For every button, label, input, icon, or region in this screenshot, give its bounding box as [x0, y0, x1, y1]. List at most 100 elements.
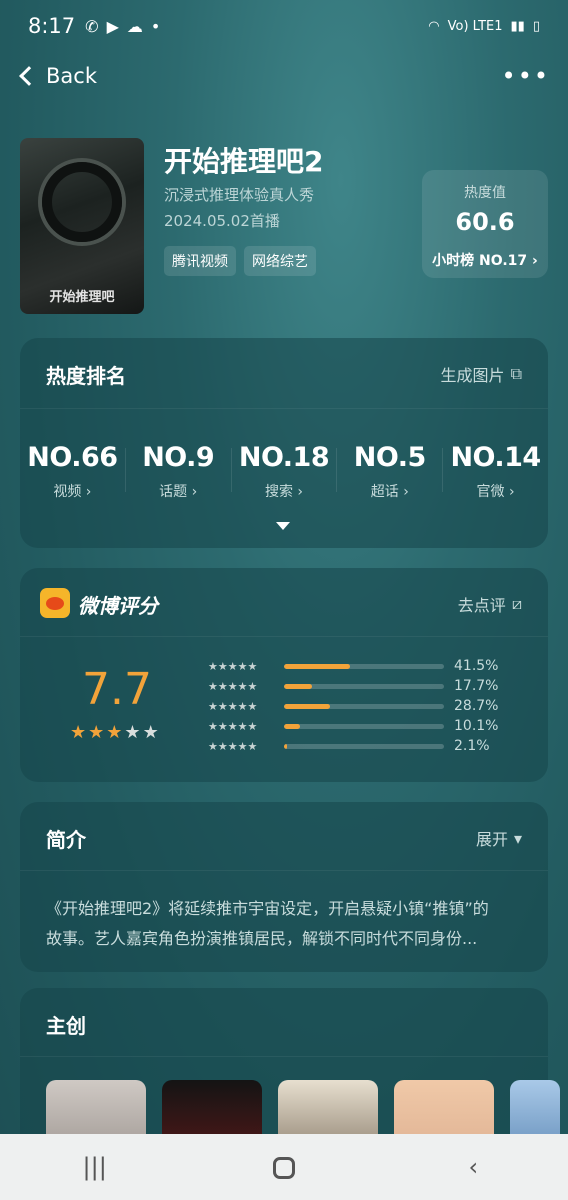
rank-label: 超话 › — [370, 484, 409, 500]
rank-value: NO.5 — [353, 442, 426, 473]
distribution-bar — [284, 683, 444, 689]
show-poster[interactable]: 开始推理吧 — [20, 138, 144, 314]
recents-button[interactable]: ||| — [65, 1153, 125, 1181]
system-nav-bar: ||| ‹ — [0, 1134, 568, 1200]
status-bar: 8:17 ✆ ▶ ☁ • ◠ Vo) LTE1 ▮▮ ▯ — [0, 0, 568, 52]
more-button[interactable]: ••• — [502, 62, 550, 90]
rank-label: 视频 › — [53, 484, 92, 500]
status-time: 8:17 — [28, 14, 76, 38]
rank-value: NO.9 — [142, 442, 215, 473]
weibo-logo-icon — [40, 588, 70, 618]
divider — [20, 1056, 548, 1057]
star-icon: ★ — [124, 722, 141, 743]
star-row-icon: ★★★★★ — [208, 679, 258, 693]
back-button[interactable]: Back — [16, 64, 97, 88]
divider — [20, 408, 548, 409]
poster-title: 开始推理吧 — [49, 290, 115, 305]
notification-icons: ✆ ▶ ☁ • — [85, 17, 160, 36]
star-row-icon: ★★★★★ — [208, 739, 258, 753]
ranking-row: NO.66 视频 › NO.9 话题 › NO.18 搜索 › NO.5 超话 … — [20, 442, 548, 501]
youtube-icon: ▶ — [106, 16, 119, 36]
heat-value: 60.6 — [455, 208, 515, 236]
rank-supertopic[interactable]: NO.5 超话 › — [337, 442, 442, 501]
chevron-down-icon: ▾ — [513, 828, 522, 848]
back-label: Back — [46, 64, 97, 88]
show-subtitle: 沉浸式推理体验真人秀 — [164, 186, 315, 204]
rank-topic[interactable]: NO.9 话题 › — [126, 442, 231, 501]
heat-ranking-card: 热度排名 生成图片 ⧉ NO.66 视频 › NO.9 话题 › NO.18 搜… — [20, 338, 548, 548]
tag-genre[interactable]: 网络综艺 — [244, 246, 316, 276]
hourly-rank-link[interactable]: 小时榜 NO.17 › — [422, 250, 548, 270]
ranking-title: 热度排名 — [46, 364, 126, 388]
wifi-icon: ◠ — [428, 18, 440, 34]
divider — [20, 636, 548, 637]
heat-card[interactable]: 热度值 60.6 小时榜 NO.17 › — [422, 170, 548, 278]
distribution-bar — [284, 663, 444, 669]
star-icon: ★ — [88, 722, 105, 743]
chevron-left-icon — [19, 66, 39, 86]
intro-card: 简介 展开 ▾ 《开始推理吧2》将延续推市宇宙设定，开启悬疑小镇“推镇”的 故事… — [20, 802, 548, 972]
nav-bar: Back ••• — [16, 58, 550, 94]
dot-icon: • — [150, 16, 161, 36]
weibo-score-card: 微博评分 去点评 ⧄ 7.7 ★ ★ ★ ★ ★ ★★★★★ 41.5% ★★★★★ 17.7… — [20, 568, 548, 782]
distribution-bar — [284, 743, 444, 749]
home-icon — [272, 1157, 295, 1179]
score-value: 7.7 — [82, 664, 152, 715]
review-label: 去点评 — [457, 596, 506, 615]
distribution-bar-fill — [284, 723, 301, 729]
edit-icon: ⧄ — [511, 594, 522, 613]
rank-video[interactable]: NO.66 视频 › — [20, 442, 125, 501]
intro-text: 《开始推理吧2》将延续推市宇宙设定，开启悬疑小镇“推镇”的 故事。艺人嘉宾角色扮… — [46, 894, 524, 954]
distribution-row: ★★★★★ 28.7% — [208, 696, 522, 716]
signal-icon: ▮▮ — [510, 18, 525, 34]
rank-search[interactable]: NO.18 搜索 › — [232, 442, 337, 501]
distribution-row: ★★★★★ 2.1% — [208, 736, 522, 756]
score-title: 微博评分 — [78, 594, 158, 618]
whatsapp-icon: ✆ — [85, 16, 99, 36]
distribution-percent: 17.7% — [454, 678, 499, 694]
rank-label: 搜索 › — [264, 484, 304, 500]
star-icon: ★ — [142, 722, 159, 743]
distribution-bar-fill — [284, 703, 330, 709]
star-icon: ★ — [106, 722, 123, 743]
star-row-icon: ★★★★★ — [208, 719, 258, 733]
divider — [20, 870, 548, 871]
distribution-bar-fill — [284, 683, 313, 689]
star-row-icon: ★★★★★ — [208, 699, 258, 713]
poster-art — [42, 162, 122, 242]
distribution-percent: 28.7% — [454, 698, 499, 714]
star-icon: ★ — [70, 722, 87, 743]
expand-label: 展开 — [475, 830, 508, 849]
show-premiere-date: 2024.05.02首播 — [164, 212, 280, 230]
intro-line: 《开始推理吧2》将延续推市宇宙设定，开启悬疑小镇“推镇”的 — [46, 899, 489, 918]
distribution-bar — [284, 703, 444, 709]
distribution-bar-fill — [284, 743, 288, 749]
home-button[interactable] — [254, 1153, 314, 1181]
distribution-row: ★★★★★ 41.5% — [208, 656, 522, 676]
expand-caret-icon[interactable] — [276, 522, 290, 530]
distribution-bar-fill — [284, 663, 351, 669]
distribution-row: ★★★★★ 10.1% — [208, 716, 522, 736]
image-icon: ⧉ — [510, 364, 522, 383]
rank-value: NO.66 — [27, 442, 118, 473]
expand-intro-button[interactable]: 展开 ▾ — [476, 826, 522, 850]
generate-image-button[interactable]: 生成图片 ⧉ — [441, 362, 522, 386]
cast-title: 主创 — [46, 1014, 86, 1038]
distribution-percent: 2.1% — [454, 738, 490, 754]
heat-label: 热度值 — [464, 185, 506, 201]
rating-distribution: ★★★★★ 41.5% ★★★★★ 17.7% ★★★★★ 28.7% ★★★★★ 10.1%… — [208, 656, 522, 756]
intro-title: 简介 — [46, 828, 86, 852]
show-title: 开始推理吧2 — [164, 145, 324, 178]
battery-icon: ▯ — [532, 18, 540, 34]
distribution-percent: 10.1% — [454, 718, 499, 734]
rank-value: NO.18 — [238, 442, 330, 473]
distribution-bar — [284, 723, 444, 729]
star-row-icon: ★★★★★ — [208, 659, 258, 673]
review-button[interactable]: 去点评 ⧄ — [458, 592, 522, 616]
system-back-button[interactable]: ‹ — [443, 1153, 503, 1181]
rank-label: 官微 › — [476, 484, 515, 500]
intro-line: 故事。艺人嘉宾角色扮演推镇居民，解锁不同时代不同身份... — [46, 929, 478, 948]
tag-list: 腾讯视频 网络综艺 — [164, 246, 316, 276]
rank-official[interactable]: NO.14 官微 › — [443, 442, 548, 501]
tag-platform[interactable]: 腾讯视频 — [164, 246, 236, 276]
